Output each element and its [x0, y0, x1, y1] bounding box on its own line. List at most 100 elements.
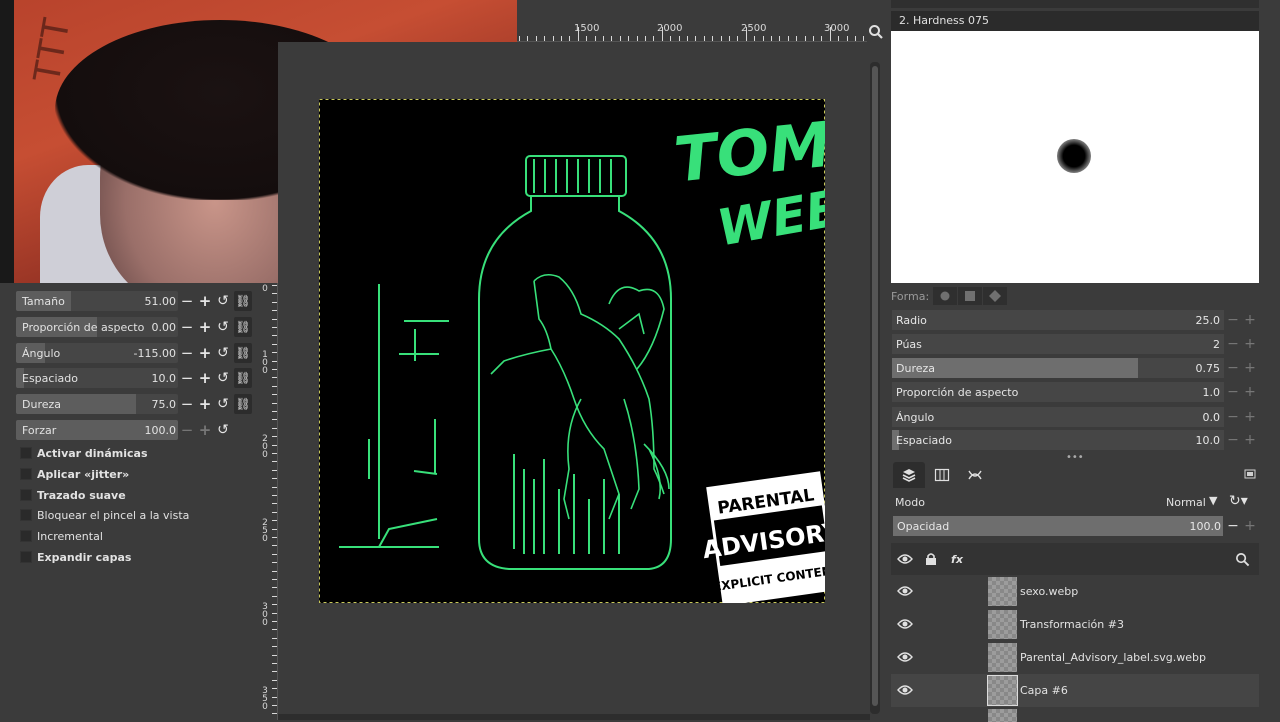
slider-value: 25.0 — [1195, 314, 1221, 327]
zoom-icon[interactable] — [868, 24, 884, 40]
increase-button[interactable]: + — [196, 420, 214, 440]
decrease-button[interactable]: − — [178, 343, 196, 363]
checkbox[interactable] — [20, 509, 32, 521]
reset-icon[interactable]: ↺ — [214, 317, 232, 337]
size-slider[interactable]: Tamaño 51.00 — [16, 291, 178, 311]
dock-scrollbar[interactable] — [1260, 0, 1280, 720]
layer-row[interactable]: sexo.webp — [891, 575, 1259, 608]
layer-opacity-slider[interactable]: Opacidad 100.0 — [893, 516, 1223, 536]
checkbox-expand-layers[interactable]: Expandir capas — [20, 548, 131, 566]
checkbox[interactable] — [20, 530, 32, 542]
visibility-header-icon[interactable] — [897, 551, 913, 567]
square-shape-button[interactable] — [958, 287, 983, 305]
decrease-button[interactable]: − — [1225, 358, 1241, 378]
ruler-tick — [272, 335, 277, 337]
tab-paths[interactable] — [959, 462, 991, 488]
angle-slider[interactable]: Ángulo -115.00 — [16, 343, 178, 363]
layer-name: sexo.webp — [1020, 585, 1079, 598]
layers-icon — [902, 469, 916, 482]
checkbox-dynamics[interactable]: Activar dinámicas — [20, 444, 148, 462]
increase-button[interactable]: + — [196, 368, 214, 388]
horizontal-scrollbar[interactable] — [278, 714, 870, 720]
layer-row-partial[interactable] — [891, 707, 1259, 722]
lock-icon[interactable] — [923, 551, 939, 567]
brush-spacing-slider[interactable]: Espaciado 10.0 — [892, 430, 1224, 450]
spikes-slider[interactable]: Púas 2 — [892, 334, 1224, 354]
brush-aspect-slider[interactable]: Proporción de aspecto 1.0 — [892, 382, 1224, 402]
spacing-slider[interactable]: Espaciado 10.0 — [16, 368, 178, 388]
decrease-button[interactable]: − — [178, 420, 196, 440]
ruler-tick — [762, 36, 764, 41]
reset-icon[interactable]: ↺ — [214, 420, 232, 440]
checkbox[interactable] — [20, 447, 32, 459]
increase-button[interactable]: + — [1242, 516, 1258, 536]
eye-icon[interactable] — [897, 683, 913, 697]
reset-icon[interactable]: ↺ — [214, 368, 232, 388]
checkbox[interactable] — [20, 551, 32, 563]
aspect-ratio-slider[interactable]: Proporción de aspecto 0.00 — [16, 317, 178, 337]
increase-button[interactable]: + — [1242, 334, 1258, 354]
ruler-tick — [272, 310, 277, 312]
ruler-tick — [272, 377, 277, 379]
tab-channels[interactable] — [926, 462, 958, 488]
decrease-button[interactable]: − — [1225, 334, 1241, 354]
reset-icon[interactable]: ↺ — [214, 394, 232, 414]
checkbox-jitter[interactable]: Aplicar «jitter» — [20, 465, 129, 483]
decrease-button[interactable]: − — [1225, 430, 1241, 450]
effects-icon[interactable]: fx — [949, 551, 965, 567]
checkbox[interactable] — [20, 468, 32, 480]
radius-slider[interactable]: Radio 25.0 — [892, 310, 1224, 330]
layer-row[interactable]: Transformación #3 — [891, 608, 1259, 641]
eye-icon[interactable] — [897, 617, 913, 631]
decrease-button[interactable]: − — [178, 291, 196, 311]
decrease-button[interactable]: − — [1225, 310, 1241, 330]
diamond-shape-button[interactable] — [983, 287, 1008, 305]
link-icon[interactable]: ⛓ — [234, 291, 252, 311]
link-icon[interactable]: ⛓ — [234, 368, 252, 388]
decrease-button[interactable]: − — [1225, 516, 1241, 536]
increase-button[interactable]: + — [196, 343, 214, 363]
dock-menu-icon[interactable] — [1244, 468, 1256, 480]
increase-button[interactable]: + — [196, 394, 214, 414]
link-icon[interactable]: ⛓ — [234, 317, 252, 337]
eye-icon[interactable] — [897, 650, 913, 664]
circle-shape-button[interactable] — [933, 287, 958, 305]
increase-button[interactable]: + — [1242, 382, 1258, 402]
search-icon[interactable] — [1234, 551, 1250, 567]
decrease-button[interactable]: − — [1225, 407, 1241, 427]
increase-button[interactable]: + — [1242, 430, 1258, 450]
decrease-button[interactable]: − — [178, 394, 196, 414]
reset-icon[interactable]: ↺ — [214, 343, 232, 363]
ruler-tick — [272, 654, 277, 656]
reset-icon[interactable]: ↺ — [214, 291, 232, 311]
eye-icon[interactable] — [897, 584, 913, 598]
increase-button[interactable]: + — [196, 291, 214, 311]
checkbox[interactable] — [20, 489, 32, 501]
chevron-down-icon[interactable]: ▼ — [1209, 494, 1217, 507]
layer-row[interactable]: Parental_Advisory_label.svg.webp — [891, 641, 1259, 674]
mode-select[interactable]: Normal — [1166, 496, 1206, 509]
decrease-button[interactable]: − — [178, 317, 196, 337]
increase-button[interactable]: + — [1242, 358, 1258, 378]
checkbox-incremental[interactable]: Incremental — [20, 527, 103, 545]
checkbox-smooth-stroke[interactable]: Trazado suave — [20, 486, 126, 504]
layer-row-selected[interactable]: Capa #6 — [891, 674, 1259, 707]
increase-button[interactable]: + — [1242, 310, 1258, 330]
increase-button[interactable]: + — [1242, 407, 1258, 427]
decrease-button[interactable]: − — [178, 368, 196, 388]
link-icon[interactable]: ⛓ — [234, 394, 252, 414]
brush-hardness-slider[interactable]: Dureza 0.75 — [892, 358, 1224, 378]
vertical-scrollbar[interactable] — [870, 62, 880, 714]
ruler-tick — [272, 411, 277, 412]
decrease-button[interactable]: − — [1225, 382, 1241, 402]
increase-button[interactable]: + — [196, 317, 214, 337]
link-icon[interactable]: ⛓ — [234, 343, 252, 363]
hardness-slider[interactable]: Dureza 75.0 — [16, 394, 178, 414]
force-slider[interactable]: Forzar 100.0 — [16, 420, 178, 440]
brush-angle-slider[interactable]: Ángulo 0.0 — [892, 407, 1224, 427]
checkbox-lock-brush[interactable]: Bloquear el pincel a la vista — [20, 506, 189, 524]
composite-mode-icon[interactable]: ↻▾ — [1229, 493, 1248, 509]
image-canvas[interactable]: TOMMY WEED PARENTAL ADVISORY EXPLICIT CO… — [319, 99, 825, 603]
ruler-tick — [272, 520, 277, 522]
tab-layers[interactable] — [893, 462, 925, 488]
